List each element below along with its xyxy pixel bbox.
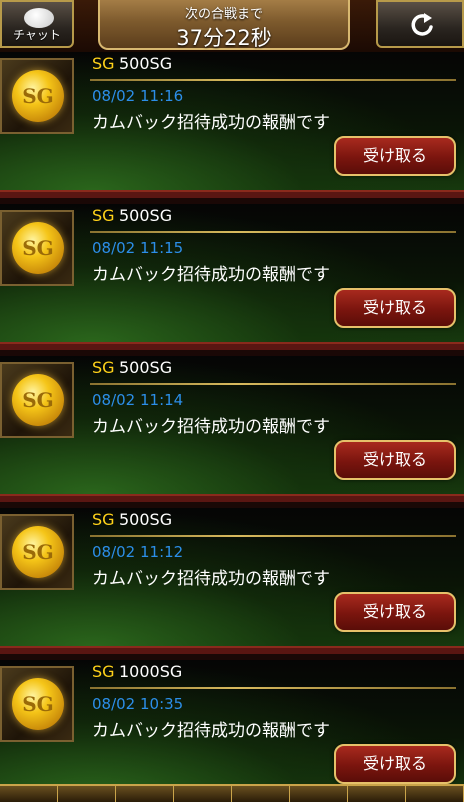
message-text: カムバック招待成功の報酬です — [92, 113, 330, 133]
currency-tag: SG — [92, 662, 115, 681]
currency-tag: SG — [92, 358, 115, 377]
coin-frame: SG — [0, 58, 74, 134]
coin-frame: SG — [0, 362, 74, 438]
sg-coin-icon: SG — [12, 222, 64, 274]
message-text: カムバック招待成功の報酬です — [92, 417, 330, 437]
currency-tag: SG — [92, 54, 115, 73]
reward-message-card: SG SG 500SG 08/02 11:15 カムバック招待成功の報酬です 受… — [0, 204, 464, 350]
coin-label: SG — [22, 692, 54, 716]
currency-tag: SG — [92, 206, 115, 225]
timer-caption: 次の合戦まで — [184, 7, 263, 22]
message-text: カムバック招待成功の報酬です — [92, 721, 330, 741]
message-text: カムバック招待成功の報酬です — [92, 265, 330, 285]
message-date: 08/02 10:35 — [92, 695, 184, 713]
sg-coin-icon: SG — [12, 678, 64, 730]
sg-coin-icon: SG — [12, 526, 64, 578]
reward-message-card: SG SG 500SG 08/02 11:14 カムバック招待成功の報酬です 受… — [0, 356, 464, 502]
message-date: 08/02 11:16 — [92, 87, 184, 105]
top-bar: チャット 次の合戦まで 37分22秒 — [0, 0, 464, 54]
reward-amount: 500SG — [119, 510, 173, 529]
coin-label: SG — [22, 236, 54, 260]
divider — [90, 231, 456, 233]
message-date: 08/02 11:14 — [92, 391, 184, 409]
claim-button[interactable]: 受け取る — [334, 744, 456, 784]
divider — [90, 79, 456, 81]
coin-frame: SG — [0, 666, 74, 742]
coin-frame: SG — [0, 514, 74, 590]
claim-button[interactable]: 受け取る — [334, 288, 456, 328]
claim-button[interactable]: 受け取る — [334, 440, 456, 480]
sg-coin-icon: SG — [12, 70, 64, 122]
battle-timer: 次の合戦まで 37分22秒 — [98, 0, 350, 50]
message-date: 08/02 11:12 — [92, 543, 184, 561]
chat-button[interactable]: チャット — [0, 0, 74, 48]
timer-value: 37分22秒 — [176, 26, 272, 50]
currency-tag: SG — [92, 510, 115, 529]
reward-amount: 500SG — [119, 358, 173, 377]
refresh-icon — [411, 13, 433, 36]
reward-message-list: SG SG 500SG 08/02 11:16 カムバック招待成功の報酬です 受… — [0, 52, 464, 784]
message-date: 08/02 11:15 — [92, 239, 184, 257]
reward-message-card: SG SG 1000SG 08/02 10:35 カムバック招待成功の報酬です … — [0, 660, 464, 784]
divider — [90, 535, 456, 537]
speech-bubble-icon — [24, 8, 54, 28]
divider — [90, 383, 456, 385]
reward-amount: 500SG — [119, 54, 173, 73]
claim-button[interactable]: 受け取る — [334, 136, 456, 176]
sg-coin-icon: SG — [12, 374, 64, 426]
claim-button[interactable]: 受け取る — [334, 592, 456, 632]
bottom-nav — [0, 784, 464, 802]
coin-label: SG — [22, 540, 54, 564]
message-text: カムバック招待成功の報酬です — [92, 569, 330, 589]
divider — [90, 687, 456, 689]
refresh-button[interactable] — [376, 0, 464, 48]
reward-amount: 500SG — [119, 206, 173, 225]
reward-message-card: SG SG 500SG 08/02 11:16 カムバック招待成功の報酬です 受… — [0, 52, 464, 198]
chat-button-label: チャット — [13, 28, 61, 42]
coin-label: SG — [22, 388, 54, 412]
reward-message-card: SG SG 500SG 08/02 11:12 カムバック招待成功の報酬です 受… — [0, 508, 464, 654]
coin-label: SG — [22, 84, 54, 108]
coin-frame: SG — [0, 210, 74, 286]
reward-amount: 1000SG — [119, 662, 183, 681]
